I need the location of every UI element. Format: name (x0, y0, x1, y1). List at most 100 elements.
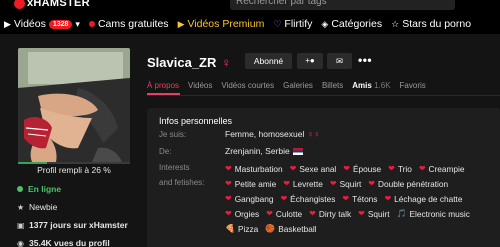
user-icon: ● (309, 56, 315, 65)
heart-icon: ❤ (266, 209, 273, 218)
tab-posts[interactable]: Billets (322, 81, 343, 90)
fetish-tag[interactable]: ❤ Gangbang (225, 194, 273, 204)
fetish-tag[interactable]: ❤ Tétons (342, 194, 377, 204)
heart-icon: ♡ (273, 18, 282, 29)
fetish-tag[interactable]: ❤ Trio (388, 164, 412, 174)
profile-views-row: ◉ 35.4K vues du profil (17, 234, 142, 247)
fetish-tag[interactable]: ❤ Squirt (330, 179, 361, 189)
live-dot-icon (88, 21, 95, 27)
search-input[interactable]: Rechercher par tags (230, 0, 455, 10)
nav-label: Catégories (331, 18, 383, 30)
tab-short-videos[interactable]: Vidéos courtes (221, 81, 274, 90)
tag-icon: ◈ (321, 18, 329, 29)
heart-icon: ❤ (225, 209, 232, 218)
fetish-tag[interactable]: ❤ Double pénétration (368, 179, 448, 189)
nav-item-premium-videos[interactable]: ▶ Vidéos Premium (178, 18, 265, 30)
camera-icon: ▶ (4, 18, 11, 29)
fetish-tag-label: Squirt (367, 208, 390, 219)
tab-about[interactable]: À propos (147, 81, 179, 90)
lesbian-icon: ♀♀ (307, 129, 321, 139)
iam-value: Femme, homosexuel ♀♀ (225, 129, 320, 139)
fetish-tag[interactable]: ❤ Épouse (343, 164, 381, 174)
star-icon: ★ (17, 202, 25, 212)
fetish-tag-label: Double pénétration (378, 178, 449, 189)
fetish-tag[interactable]: ❤ Squirt (358, 209, 389, 219)
iam-text: Femme, homosexuel (225, 129, 305, 139)
heart-icon: ❤ (384, 194, 392, 203)
serbia-flag-icon (292, 147, 303, 155)
fetish-tag[interactable]: 🎵 Electronic music (397, 209, 470, 219)
fetish-tag[interactable]: ❤ Échangistes (280, 194, 335, 204)
fetish-tag[interactable]: 🏀 Basketball (265, 224, 316, 234)
fetish-tag-label: Échangistes (290, 193, 336, 204)
fetish-tag-label: Léchage de chatte (394, 193, 463, 204)
online-status: En ligne (17, 180, 142, 198)
interests-label: Interests (159, 163, 190, 172)
heart-icon: ❤ (309, 209, 316, 218)
mail-icon: ✉ (335, 56, 344, 66)
logo-mark-icon (14, 0, 25, 9)
fetish-tag-label: Creampie (428, 163, 465, 174)
nav-item-pornstars[interactable]: ☆ Stars du porno (391, 18, 471, 30)
heart-icon: ❤ (388, 164, 395, 173)
site-logo[interactable]: xHAMSTER (14, 0, 90, 9)
heart-icon: ❤ (283, 179, 290, 188)
fetish-tag-label: Épouse (352, 163, 382, 174)
fetish-tag[interactable]: ❤ Creampie (419, 164, 465, 174)
add-friend-button[interactable]: +● (297, 53, 323, 69)
heart-icon: ❤ (418, 164, 426, 173)
nav-item-categories[interactable]: ◈ Catégories (321, 18, 382, 30)
profile-tabs: À propos Vidéos Vidéos courtes Galeries … (147, 81, 426, 90)
fetish-list: ❤ Masturbation ❤ Sexe anal ❤ Épouse ❤ Trio ❤ Crea… (225, 161, 500, 236)
heart-icon: ❤ (343, 164, 350, 173)
fetish-tag[interactable]: 🍕 Pizza (225, 224, 258, 234)
fetish-row: 🍕 Pizza 🏀 Basketball (225, 221, 500, 236)
subscribe-button[interactable]: Abonné (245, 53, 292, 69)
more-options-button[interactable]: ••• (358, 53, 372, 67)
fetish-tag-label: Trio (397, 163, 412, 174)
fetish-tag[interactable]: ❤ Dirty talk (309, 209, 351, 219)
heart-icon: ❤ (368, 179, 375, 188)
heart-icon: ❤ (289, 164, 297, 173)
rank-label: Newbie (29, 202, 58, 212)
chevron-down-icon: ▾ (75, 18, 80, 29)
fetish-row: ❤ Gangbang ❤ Échangistes ❤ Tétons ❤ Léchage de … (225, 191, 500, 206)
fetish-tag[interactable]: ❤ Masturbation (225, 164, 283, 174)
nav-label: Vidéos (13, 18, 46, 30)
fetish-tag[interactable]: ❤ Levrette (283, 179, 323, 189)
fetish-tag[interactable]: ❤ Culotte (266, 209, 302, 219)
profile-name: Slavica_ZR ♀ (147, 55, 231, 70)
logo-text: xHAMSTER (27, 0, 90, 9)
profile-avatar[interactable] (18, 48, 130, 162)
heart-icon: ❤ (342, 194, 350, 203)
heart-icon: ❤ (225, 194, 232, 203)
rank-row: ★ Newbie (17, 198, 142, 216)
heart-icon: ❤ (225, 164, 232, 173)
fetish-row: ❤ Orgies ❤ Culotte ❤ Dirty talk ❤ Squirt 🎵 Electr… (225, 206, 500, 221)
fetish-tag-label: Petite amie (234, 178, 277, 189)
card-title: Infos personnelles (159, 116, 233, 126)
fetish-tag[interactable]: ❤ Orgies (225, 209, 259, 219)
nav-label: Vidéos Premium (187, 18, 265, 30)
profile-stats: En ligne ★ Newbie ▣ 1377 jours sur xHams… (17, 180, 142, 247)
from-label: De: (159, 147, 172, 156)
nav-label: Stars du porno (402, 18, 472, 30)
main-nav: ▶ Vidéos 1328 ▾ Cams gratuites ▶ Vidéos … (4, 16, 500, 32)
nav-item-videos[interactable]: ▶ Vidéos 1328 ▾ (4, 18, 80, 30)
tab-galleries[interactable]: Galeries (283, 81, 313, 90)
fetish-tag-label: Gangbang (234, 193, 274, 204)
tab-favorites[interactable]: Favoris (400, 81, 426, 90)
profile-views-label: 35.4K vues du profil (29, 238, 110, 247)
fetish-tag[interactable]: ❤ Petite amie (225, 179, 276, 189)
fetish-tag-label: Levrette (292, 178, 323, 189)
fetish-tag-label: Orgies (234, 208, 260, 219)
fetish-tag-label: Squirt (339, 178, 362, 189)
fetish-tag[interactable]: ❤ Léchage de chatte (384, 194, 462, 204)
tab-friends[interactable]: Amis 1.6K (352, 81, 390, 90)
nav-item-flirtify[interactable]: ♡ Flirtify (273, 18, 312, 30)
profile-completion-fill (18, 162, 48, 164)
message-button[interactable]: ✉ (327, 53, 352, 69)
fetish-tag[interactable]: ❤ Sexe anal (290, 164, 337, 174)
nav-item-free-cams[interactable]: Cams gratuites (88, 18, 169, 30)
tab-videos[interactable]: Vidéos (188, 81, 212, 90)
